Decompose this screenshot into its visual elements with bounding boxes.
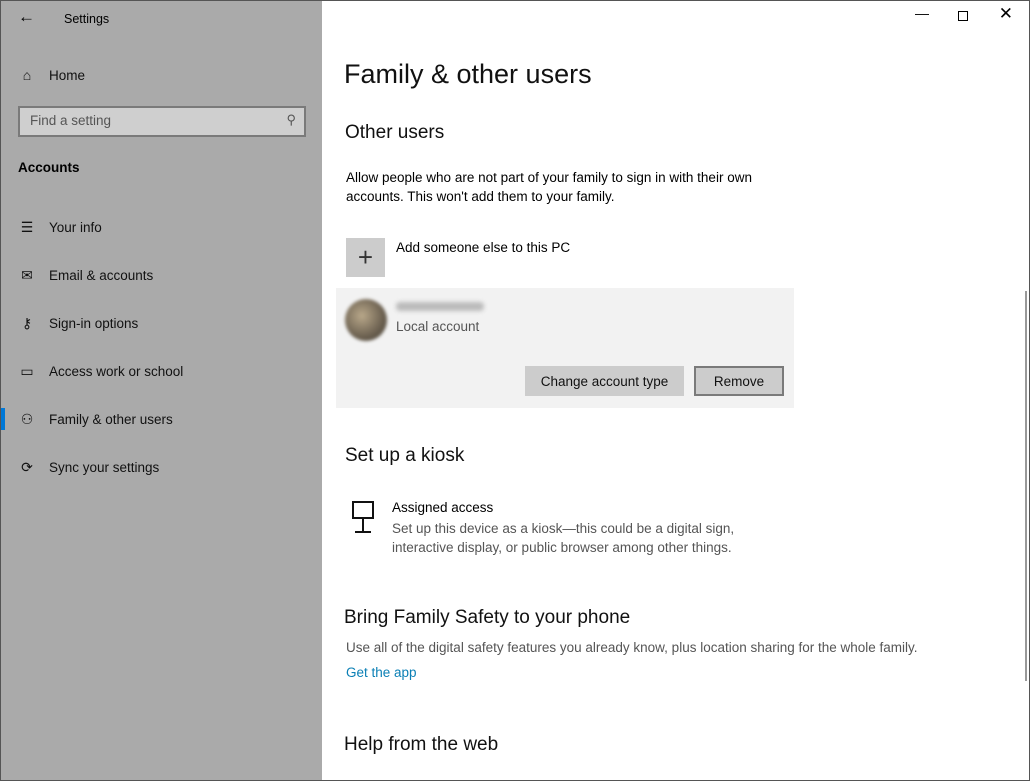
nav-label: Email & accounts bbox=[49, 267, 154, 283]
sidebar-item-home[interactable]: ⌂ Home bbox=[1, 55, 322, 95]
nav-label: Sign-in options bbox=[49, 315, 139, 331]
change-account-type-button[interactable]: Change account type bbox=[525, 366, 684, 396]
person-add-icon: ⚇ bbox=[20, 410, 34, 427]
sync-icon: ⟳ bbox=[21, 458, 33, 475]
search-icon[interactable]: ⚲ bbox=[286, 112, 296, 128]
minimize-button[interactable]: — bbox=[915, 5, 929, 21]
sidebar: ← Settings ⌂ Home Find a setting ⚲ Accou… bbox=[1, 1, 322, 780]
other-users-heading: Other users bbox=[345, 122, 445, 143]
nav-label: Family & other users bbox=[49, 411, 173, 427]
nav-label: Sync your settings bbox=[49, 459, 160, 475]
help-heading: Help from the web bbox=[344, 734, 499, 755]
blurred-username bbox=[396, 302, 484, 311]
nav-label: Access work or school bbox=[49, 363, 184, 379]
briefcase-icon: ▭ bbox=[20, 362, 34, 379]
account-card[interactable]: Local account Change account type Remove bbox=[336, 288, 794, 408]
sidebar-item-email[interactable]: ✉ Email & accounts bbox=[1, 255, 322, 295]
scrollbar[interactable] bbox=[1025, 291, 1027, 681]
account-type: Local account bbox=[396, 319, 480, 334]
remove-button[interactable]: Remove bbox=[694, 366, 784, 396]
add-user-link[interactable]: Add someone else to this PC bbox=[396, 240, 570, 255]
mail-icon: ✉ bbox=[21, 266, 33, 283]
nav-label: Your info bbox=[49, 219, 102, 235]
section-heading: Accounts bbox=[18, 160, 80, 175]
key-icon: ⚷ bbox=[21, 314, 33, 331]
other-users-description: Allow people who are not part of your fa… bbox=[346, 170, 752, 204]
page-title: Family & other users bbox=[344, 59, 592, 89]
kiosk-description: Set up this device as a kiosk—this could… bbox=[392, 521, 735, 555]
back-arrow-icon[interactable]: ← bbox=[18, 7, 35, 27]
window-title: Settings bbox=[64, 12, 110, 26]
settings-window: ← Settings ⌂ Home Find a setting ⚲ Accou… bbox=[0, 0, 1030, 781]
selected-indicator bbox=[1, 408, 5, 430]
family-safety-description: Use all of the digital safety features y… bbox=[346, 640, 918, 655]
assigned-access-link[interactable]: Assigned access bbox=[392, 500, 493, 515]
close-button[interactable]: ✕ bbox=[999, 4, 1013, 24]
home-label: Home bbox=[49, 67, 86, 83]
sidebar-item-your-info[interactable]: ☰ Your info bbox=[1, 207, 322, 247]
search-placeholder: Find a setting bbox=[30, 113, 112, 128]
family-safety-heading: Bring Family Safety to your phone bbox=[344, 607, 631, 628]
sidebar-item-family[interactable]: ⚇ Family & other users bbox=[1, 399, 322, 439]
plus-icon[interactable]: + bbox=[346, 238, 385, 277]
main-content: — ✕ Family & other users Other users All… bbox=[322, 1, 1029, 780]
kiosk-icon bbox=[352, 501, 376, 535]
sidebar-item-sync[interactable]: ⟳ Sync your settings bbox=[1, 447, 322, 487]
sidebar-item-work-school[interactable]: ▭ Access work or school bbox=[1, 351, 322, 391]
search-input[interactable]: Find a setting ⚲ bbox=[18, 106, 306, 137]
kiosk-heading: Set up a kiosk bbox=[345, 445, 465, 466]
sidebar-item-sign-in[interactable]: ⚷ Sign-in options bbox=[1, 303, 322, 343]
home-icon: ⌂ bbox=[22, 67, 32, 83]
get-the-app-link[interactable]: Get the app bbox=[346, 665, 417, 680]
maximize-button[interactable] bbox=[958, 11, 968, 21]
avatar bbox=[345, 299, 387, 341]
person-card-icon: ☰ bbox=[20, 218, 34, 235]
